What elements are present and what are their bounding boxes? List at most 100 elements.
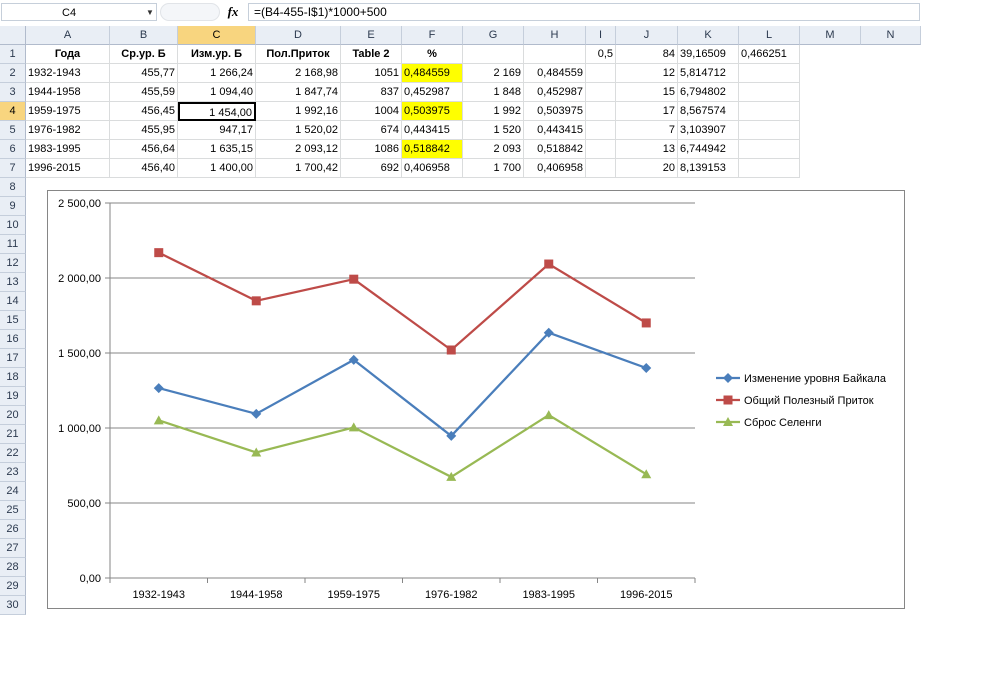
cell-h2[interactable]: 0,484559 <box>524 64 586 83</box>
column-header-k[interactable]: K <box>678 26 739 45</box>
cell-d4[interactable]: 1 992,16 <box>256 102 341 121</box>
name-box[interactable]: C4 ▼ <box>1 3 157 21</box>
row-header-16[interactable]: 16 <box>0 330 26 349</box>
cell-i1[interactable]: 0,5 <box>586 45 616 64</box>
cell-k4[interactable]: 8,567574 <box>678 102 739 121</box>
cell-i3[interactable] <box>586 83 616 102</box>
row-header-17[interactable]: 17 <box>0 349 26 368</box>
row-header-2[interactable]: 2 <box>0 64 26 83</box>
cell-f3[interactable]: 0,452987 <box>402 83 463 102</box>
row-header-5[interactable]: 5 <box>0 121 26 140</box>
cell-a1[interactable]: Года <box>26 45 110 64</box>
cell-j2[interactable]: 12 <box>616 64 678 83</box>
cell-c4[interactable]: 1 454,00 <box>178 102 256 121</box>
cell-d5[interactable]: 1 520,02 <box>256 121 341 140</box>
row-header-27[interactable]: 27 <box>0 539 26 558</box>
cell-b6[interactable]: 456,64 <box>110 140 178 159</box>
cell-h6[interactable]: 0,518842 <box>524 140 586 159</box>
row-header-4[interactable]: 4 <box>0 102 26 121</box>
row-header-23[interactable]: 23 <box>0 463 26 482</box>
cell-f5[interactable]: 0,443415 <box>402 121 463 140</box>
cell-k2[interactable]: 5,814712 <box>678 64 739 83</box>
cell-g6[interactable]: 2 093 <box>463 140 524 159</box>
column-header-b[interactable]: B <box>110 26 178 45</box>
cell-f2[interactable]: 0,484559 <box>402 64 463 83</box>
cell-k1[interactable]: 39,16509 <box>678 45 739 64</box>
row-header-13[interactable]: 13 <box>0 273 26 292</box>
cell-j5[interactable]: 7 <box>616 121 678 140</box>
row-header-19[interactable]: 19 <box>0 387 26 406</box>
cell-j1[interactable]: 84 <box>616 45 678 64</box>
cell-f6[interactable]: 0,518842 <box>402 140 463 159</box>
cell-g1[interactable] <box>463 45 524 64</box>
cell-e4[interactable]: 1004 <box>341 102 402 121</box>
cell-a5[interactable]: 1976-1982 <box>26 121 110 140</box>
cell-l5[interactable] <box>739 121 800 140</box>
cell-h1[interactable] <box>524 45 586 64</box>
row-header-30[interactable]: 30 <box>0 596 26 615</box>
insert-function-button[interactable]: fx <box>222 3 244 21</box>
row-header-26[interactable]: 26 <box>0 520 26 539</box>
column-header-d[interactable]: D <box>256 26 341 45</box>
row-header-7[interactable]: 7 <box>0 159 26 178</box>
cell-k5[interactable]: 3,103907 <box>678 121 739 140</box>
row-header-1[interactable]: 1 <box>0 45 26 64</box>
cell-e5[interactable]: 674 <box>341 121 402 140</box>
row-header-24[interactable]: 24 <box>0 482 26 501</box>
cell-g2[interactable]: 2 169 <box>463 64 524 83</box>
row-header-15[interactable]: 15 <box>0 311 26 330</box>
cell-b1[interactable]: Ср.ур. Б <box>110 45 178 64</box>
cell-e1[interactable]: Table 2 <box>341 45 402 64</box>
cell-d1[interactable]: Пол.Приток <box>256 45 341 64</box>
cell-e7[interactable]: 692 <box>341 159 402 178</box>
column-header-a[interactable]: A <box>26 26 110 45</box>
cell-a6[interactable]: 1983-1995 <box>26 140 110 159</box>
cell-d6[interactable]: 2 093,12 <box>256 140 341 159</box>
column-header-f[interactable]: F <box>402 26 463 45</box>
row-header-11[interactable]: 11 <box>0 235 26 254</box>
formula-input[interactable]: =(B4-455-I$1)*1000+500 <box>248 3 920 21</box>
row-header-12[interactable]: 12 <box>0 254 26 273</box>
row-header-21[interactable]: 21 <box>0 425 26 444</box>
row-header-10[interactable]: 10 <box>0 216 26 235</box>
cell-f1[interactable]: % <box>402 45 463 64</box>
cell-d7[interactable]: 1 700,42 <box>256 159 341 178</box>
row-header-20[interactable]: 20 <box>0 406 26 425</box>
cell-a7[interactable]: 1996-2015 <box>26 159 110 178</box>
cell-e3[interactable]: 837 <box>341 83 402 102</box>
cell-i4[interactable] <box>586 102 616 121</box>
cell-l6[interactable] <box>739 140 800 159</box>
cell-i5[interactable] <box>586 121 616 140</box>
cell-b5[interactable]: 455,95 <box>110 121 178 140</box>
cell-b7[interactable]: 456,40 <box>110 159 178 178</box>
cell-j7[interactable]: 20 <box>616 159 678 178</box>
cell-h7[interactable]: 0,406958 <box>524 159 586 178</box>
cell-i6[interactable] <box>586 140 616 159</box>
cell-c3[interactable]: 1 094,40 <box>178 83 256 102</box>
column-header-m[interactable]: M <box>800 26 861 45</box>
cell-e2[interactable]: 1051 <box>341 64 402 83</box>
cell-j3[interactable]: 15 <box>616 83 678 102</box>
column-header-i[interactable]: I <box>586 26 616 45</box>
cell-h3[interactable]: 0,452987 <box>524 83 586 102</box>
row-header-3[interactable]: 3 <box>0 83 26 102</box>
cell-l4[interactable] <box>739 102 800 121</box>
cell-g3[interactable]: 1 848 <box>463 83 524 102</box>
column-header-g[interactable]: G <box>463 26 524 45</box>
cell-l1[interactable]: 0,466251 <box>739 45 800 64</box>
cell-k6[interactable]: 6,744942 <box>678 140 739 159</box>
row-header-18[interactable]: 18 <box>0 368 26 387</box>
column-header-c[interactable]: C <box>178 26 256 45</box>
column-header-l[interactable]: L <box>739 26 800 45</box>
cell-g4[interactable]: 1 992 <box>463 102 524 121</box>
cell-a4[interactable]: 1959-1975 <box>26 102 110 121</box>
cell-d3[interactable]: 1 847,74 <box>256 83 341 102</box>
cell-c7[interactable]: 1 400,00 <box>178 159 256 178</box>
cell-b4[interactable]: 456,45 <box>110 102 178 121</box>
row-header-29[interactable]: 29 <box>0 577 26 596</box>
row-header-8[interactable]: 8 <box>0 178 26 197</box>
cell-g7[interactable]: 1 700 <box>463 159 524 178</box>
cell-c2[interactable]: 1 266,24 <box>178 64 256 83</box>
row-header-9[interactable]: 9 <box>0 197 26 216</box>
row-header-6[interactable]: 6 <box>0 140 26 159</box>
